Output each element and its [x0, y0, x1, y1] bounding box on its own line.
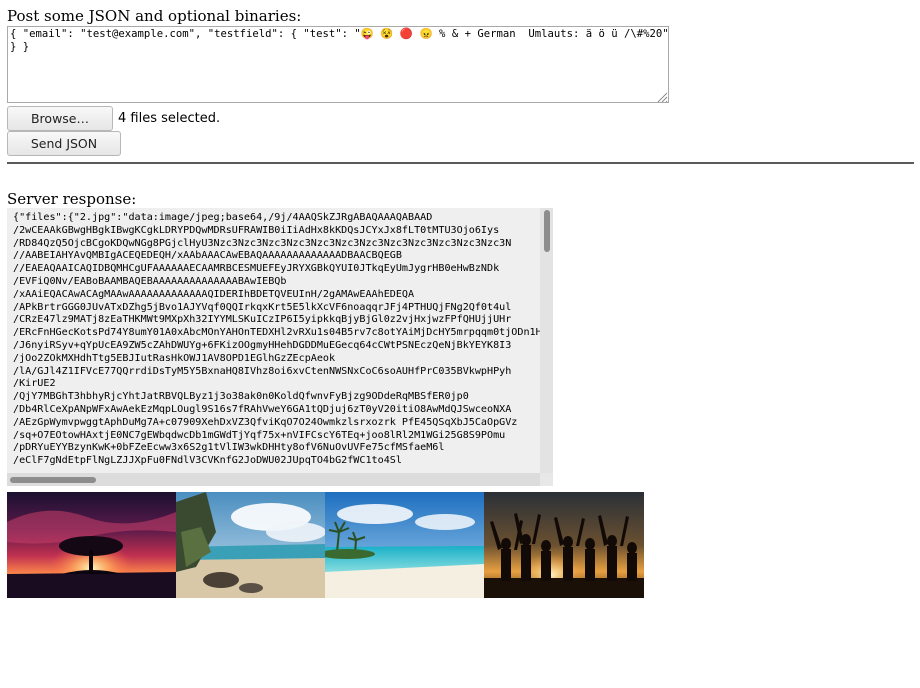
group-silhouette-sunset-photo [484, 492, 644, 598]
beach-rocks-photo [176, 492, 325, 598]
response-line: /AEzGpWymvpwggtAphDuMg7A+c07909XehDxVZ3Q… [13, 416, 518, 428]
response-line: /lA/GJl4Z1IFVcE77QQrrdiDsTyM5Y5BxnaHQ8IV… [13, 365, 512, 377]
response-line: //EAEAQAAICAQIDBQMHCgUFAAAAAAECAAMRBCESM… [13, 263, 500, 275]
response-line: /Db4RlCeXpANpWFxAwAekEzMqpLOugl9S16s7fRA… [13, 403, 512, 415]
server-response-box[interactable]: {"files":{"2.jpg":"data:image/jpeg;base6… [7, 208, 553, 486]
server-response-text: {"files":{"2.jpg":"data:image/jpeg;base6… [13, 212, 543, 474]
send-json-button[interactable]: Send JSON [7, 131, 121, 156]
response-line: //AABEIAHYAvQMBIgACEQEDEQH/xAAbAAACAwEBA… [13, 250, 402, 262]
horizontal-scrollbar-thumb[interactable] [10, 477, 96, 483]
response-line: /ERcFnHGecKotsPd74Y8umY01A0xAbcMOnYAHOnT… [13, 327, 542, 339]
response-line: /J6nyiRSyv+qYpUcEA9ZW5cZAhDWUYg+6FKizOOg… [13, 339, 512, 351]
response-line: /jOo2ZOkMXHdhTtg5EBJIutRasHkOWJ1AV8OPD1E… [13, 352, 336, 364]
response-line: /2wCEAAkGBwgHBgkIBwgKCgkLDRYPDQwMDRsUFRA… [13, 224, 500, 236]
json-textarea[interactable]: { "email": "test@example.com", "testfiel… [7, 26, 669, 103]
response-line: /APkBrtrGGG0JUvATxDZhg5jBvo1AJYVqf0QQIrk… [13, 301, 512, 313]
response-line: /RD84QzQ5OjcBCgoKDQwNGg8PGjclHyU3Nzc3Nzc… [13, 237, 512, 249]
browse-files-button[interactable]: Browse… [7, 106, 113, 131]
horizontal-scrollbar[interactable] [7, 473, 540, 486]
response-line: /EVFiQ0Nv/EABoBAAMBAQEBAAAAAAAAAAAAAABAw… [13, 275, 287, 287]
response-line: /KirUE2 [13, 378, 56, 390]
vertical-scrollbar-thumb[interactable] [544, 210, 550, 252]
files-selected-status: 4 files selected. [118, 111, 221, 126]
server-response-label: Server response: [7, 190, 137, 208]
tropical-beach-photo [325, 492, 484, 598]
resize-grip-icon[interactable] [655, 90, 668, 103]
response-line: {"files":{"2.jpg":"data:image/jpeg;base6… [13, 212, 433, 223]
response-line: /xAAiEQACAwACAgMAAwAAAAAAAAAAAAAQIDERIhB… [13, 288, 415, 300]
response-line: /eClF7gNdEtpFlNgLZJJXpFu0FNdlV3CVKnfG2Jo… [13, 455, 402, 467]
response-line: /CRzE47lz9MATj8zEaTHKMWt9MXpXh32IYYMLSKu… [13, 314, 512, 326]
scrollbar-corner [540, 473, 553, 486]
response-line: /QjY7MBGhT3hbhyRjcYhtJatRBVQLByz1j3o38ak… [13, 391, 469, 403]
tree-sunset-photo [7, 492, 176, 598]
response-line: /sq+O7EOtowHAxtjE0NC7gEWbqdwcDb1mGWdTjYq… [13, 429, 506, 441]
response-line: /pDRYuEYYBzynKwK+0bFZeEcww3x6S2g1tVlIW3w… [13, 442, 445, 454]
page-title: Post some JSON and optional binaries: [7, 7, 302, 25]
horizontal-divider [7, 162, 914, 164]
vertical-scrollbar[interactable] [540, 208, 553, 473]
